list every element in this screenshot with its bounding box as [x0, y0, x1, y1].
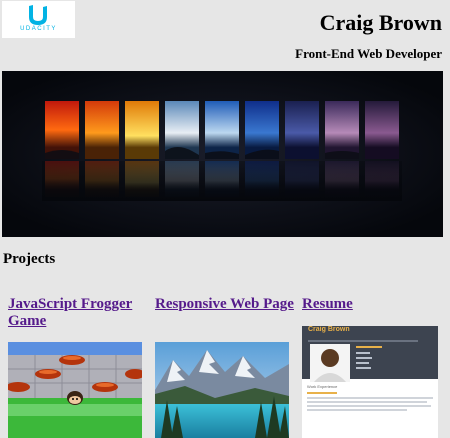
udacity-logo: UDACITY	[2, 1, 75, 38]
project-link-responsive[interactable]: Responsive Web Page	[155, 296, 295, 313]
udacity-u-icon	[29, 5, 47, 25]
frogger-thumbnail[interactable]	[8, 342, 142, 438]
page-title: Craig Brown	[319, 10, 442, 35]
resume-name: Craig Brown	[308, 326, 350, 333]
job-title: Front-End Web Developer	[295, 46, 442, 61]
hero-image	[2, 71, 443, 237]
avatar	[310, 344, 350, 382]
projects-heading: Projects	[3, 251, 56, 267]
player-icon	[67, 391, 83, 405]
project-link-frogger[interactable]: JavaScript Frogger Game	[8, 296, 148, 330]
responsive-thumbnail[interactable]	[155, 342, 289, 438]
logo-wordmark: UDACITY	[20, 26, 57, 32]
resume-thumbnail[interactable]: Craig Brown Work Experience	[302, 326, 438, 438]
resume-header: Craig Brown	[302, 326, 438, 382]
resume-section-title: Work Experience	[307, 384, 338, 389]
project-link-resume[interactable]: Resume	[302, 296, 442, 313]
